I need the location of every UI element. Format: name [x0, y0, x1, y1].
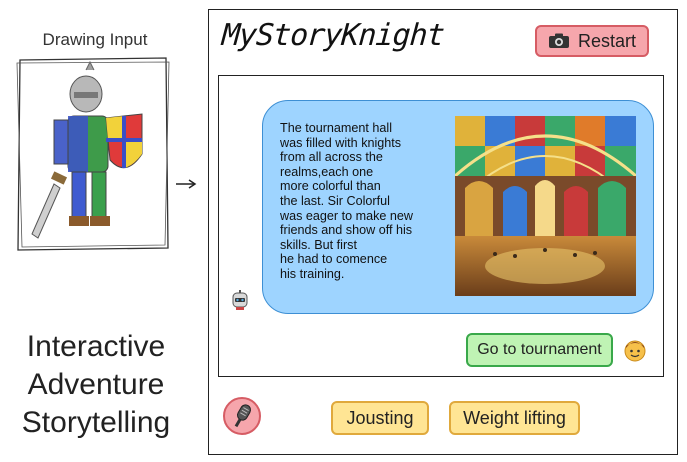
- restart-label: Restart: [577, 30, 637, 51]
- camera-icon: [548, 33, 569, 48]
- tagline: Interactive Adventure Storytelling: [21, 330, 171, 439]
- choice-jousting-button[interactable]: Jousting: [331, 401, 429, 435]
- drawing-input-label: Drawing Input: [42, 30, 148, 49]
- go-to-tournament-button[interactable]: Go to tournament: [466, 333, 613, 367]
- app-title: MyStoryKnight: [220, 18, 446, 53]
- arrow-icon: [176, 179, 197, 189]
- robot-icon: [232, 290, 248, 310]
- choice-weight-lifting-button[interactable]: Weight lifting: [449, 401, 580, 435]
- child-face-icon: [624, 340, 646, 362]
- microphone-button[interactable]: [222, 396, 262, 436]
- knight-drawing-image: [16, 57, 170, 251]
- tournament-hall-image: [455, 116, 636, 296]
- restart-button[interactable]: Restart: [535, 25, 649, 57]
- story-message-text: The tournament hall was filled with knig…: [280, 121, 414, 281]
